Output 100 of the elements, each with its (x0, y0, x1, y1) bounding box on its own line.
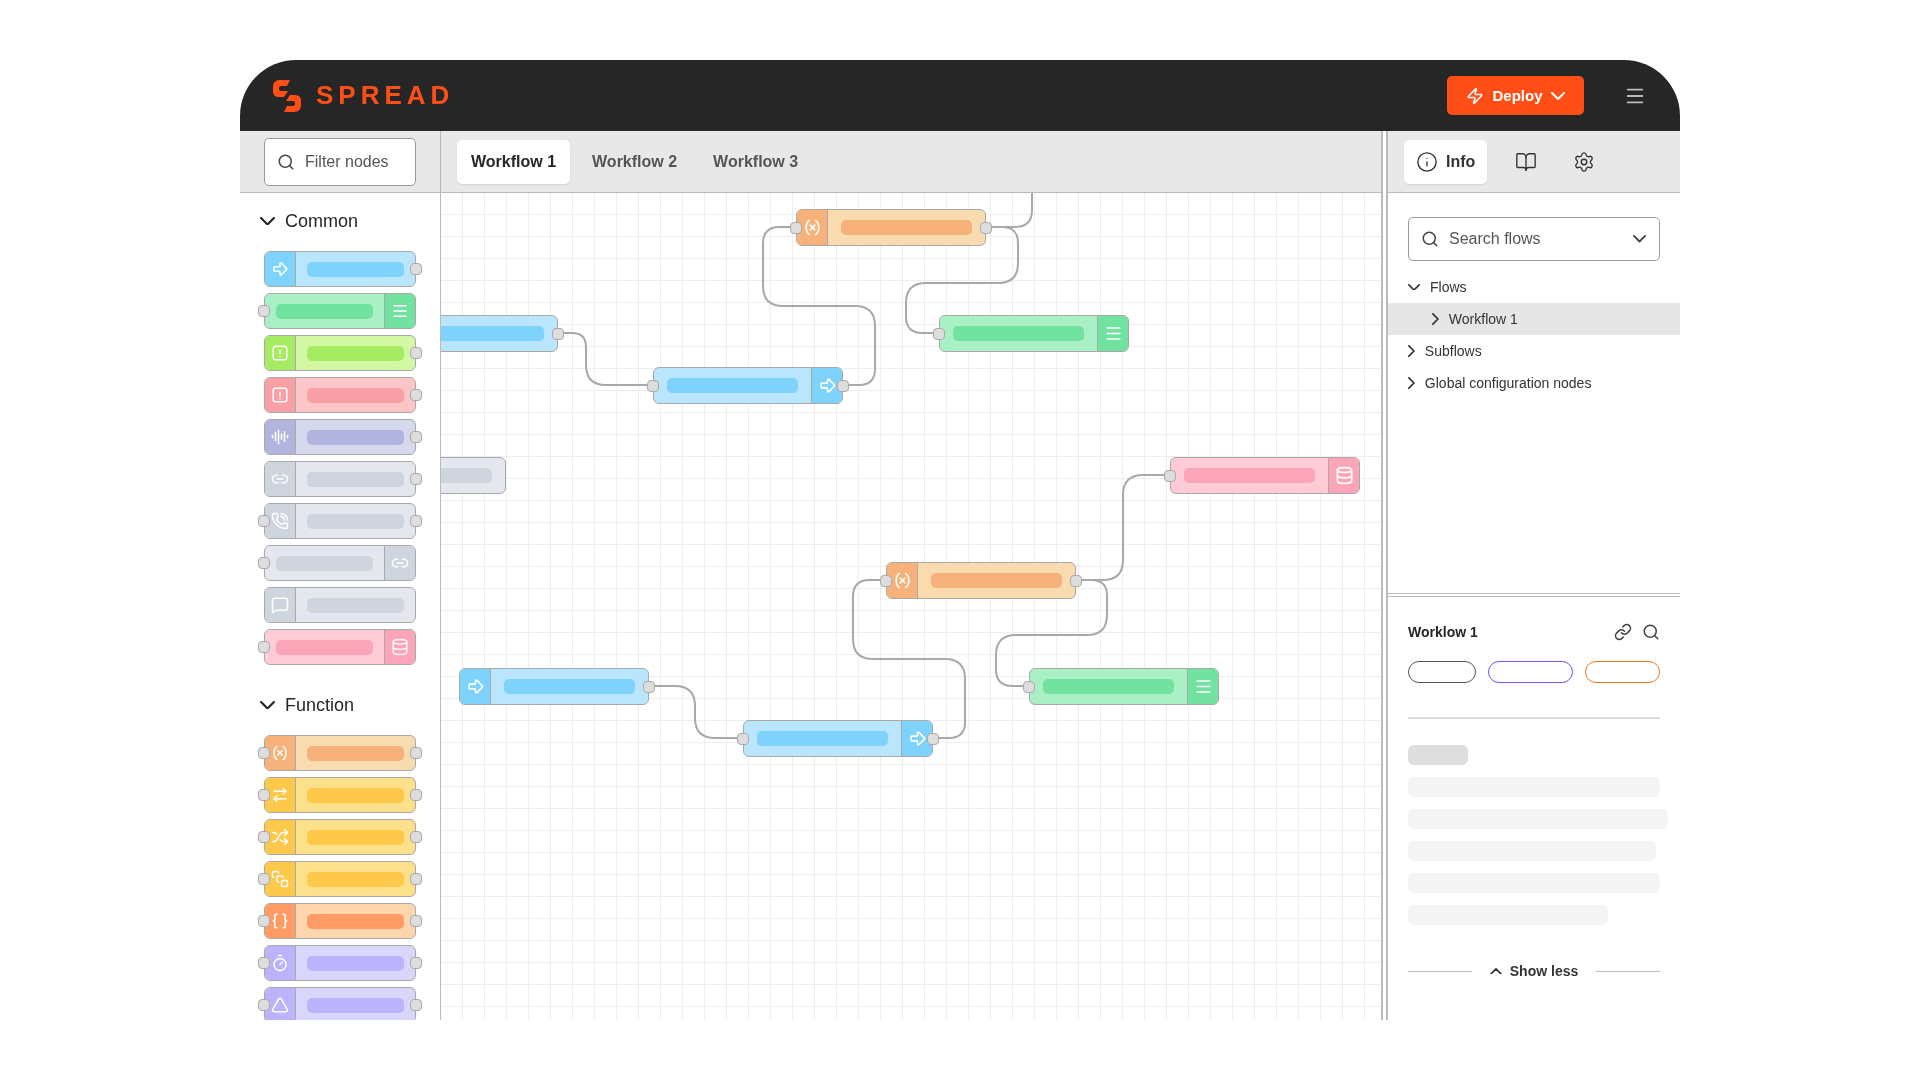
port[interactable] (410, 389, 422, 401)
workflow-tab[interactable]: Workflow 3 (699, 139, 813, 184)
port[interactable] (737, 732, 749, 745)
link-icon (1614, 623, 1632, 641)
port[interactable] (410, 957, 422, 969)
flow-node[interactable] (264, 987, 416, 1020)
port[interactable] (258, 641, 270, 653)
chevron-down-icon (260, 216, 275, 226)
section-header[interactable]: Common (240, 193, 440, 249)
flow-node[interactable] (264, 377, 416, 413)
port[interactable] (258, 831, 270, 843)
squares-icon (271, 870, 289, 888)
tree-item[interactable]: Flows (1388, 271, 1680, 303)
flow-node[interactable] (264, 629, 416, 665)
port[interactable] (933, 327, 945, 340)
alert-icon (271, 344, 289, 362)
flow-node[interactable] (1170, 457, 1360, 494)
search-field[interactable]: Search flows (1408, 217, 1660, 261)
port[interactable] (790, 221, 802, 234)
flow-node[interactable] (264, 587, 416, 623)
flow-node[interactable] (264, 293, 416, 329)
flow-node[interactable] (264, 503, 416, 539)
flow-node[interactable] (264, 903, 416, 939)
port[interactable] (410, 999, 422, 1011)
flow-node[interactable] (264, 861, 416, 897)
port[interactable] (258, 515, 270, 527)
port[interactable] (410, 347, 422, 359)
flow-node[interactable] (264, 251, 416, 287)
info-tab[interactable]: Info (1404, 139, 1488, 184)
flow-node[interactable] (796, 209, 986, 246)
flow-node[interactable] (743, 720, 933, 757)
search-icon (1421, 230, 1439, 248)
link-button[interactable] (1614, 623, 1632, 641)
search-icon (1642, 623, 1660, 641)
port[interactable] (1023, 680, 1035, 693)
port[interactable] (410, 431, 422, 443)
flow-node[interactable] (264, 777, 416, 813)
port[interactable] (258, 957, 270, 969)
chevron-down-icon (260, 700, 275, 710)
flow-canvas[interactable] (441, 193, 1381, 1020)
search-button[interactable] (1642, 623, 1660, 641)
flow-node[interactable] (264, 335, 416, 371)
port[interactable] (643, 680, 655, 693)
arrow-icon (907, 729, 927, 748)
port[interactable] (410, 263, 422, 275)
port[interactable] (1164, 469, 1176, 482)
port[interactable] (258, 873, 270, 885)
port[interactable] (647, 379, 659, 392)
settings-icon (1573, 150, 1596, 173)
port[interactable] (258, 915, 270, 927)
port[interactable] (552, 327, 564, 340)
tree-item[interactable]: Workflow 1 (1388, 303, 1680, 335)
skeleton-line (1408, 745, 1468, 765)
flow-node[interactable] (264, 945, 416, 981)
alert-icon (271, 386, 289, 404)
flow-node[interactable] (264, 545, 416, 581)
search-icon (277, 152, 295, 171)
port[interactable] (410, 789, 422, 801)
port[interactable] (258, 747, 270, 759)
flow-node[interactable] (653, 367, 843, 404)
flow-node[interactable] (886, 562, 1076, 599)
flow-node[interactable] (939, 315, 1129, 352)
port[interactable] (980, 221, 992, 234)
workflow-tab[interactable]: Workflow 1 (457, 139, 571, 184)
timer-icon (271, 954, 289, 972)
port[interactable] (258, 999, 270, 1011)
chevron-right-icon (1408, 377, 1415, 389)
port[interactable] (927, 732, 939, 745)
chevron-down-icon (1408, 283, 1420, 291)
port[interactable] (410, 831, 422, 843)
chevron-up-icon (1489, 967, 1502, 975)
port[interactable] (258, 557, 270, 569)
port[interactable] (837, 379, 849, 392)
phone-icon (271, 512, 289, 530)
flow-node[interactable] (264, 819, 416, 855)
tree-item[interactable]: Subflows (1388, 335, 1680, 367)
port[interactable] (880, 574, 892, 587)
flow-node[interactable] (264, 461, 416, 497)
port[interactable] (258, 789, 270, 801)
filter-field[interactable]: Filter nodes (264, 137, 416, 186)
show-less-button[interactable]: Show less (1489, 963, 1579, 979)
tree-item[interactable]: Global configuration nodes (1388, 367, 1680, 399)
database-icon (391, 638, 409, 656)
arrow-icon (817, 376, 837, 395)
port[interactable] (410, 915, 422, 927)
swap-icon (271, 786, 289, 804)
port[interactable] (258, 305, 270, 317)
port[interactable] (410, 473, 422, 485)
workflow-tab[interactable]: Workflow 2 (578, 139, 692, 184)
flow-node[interactable] (459, 668, 649, 705)
port[interactable] (1070, 574, 1082, 587)
chevron-right-icon (1432, 313, 1439, 325)
flow-node[interactable] (264, 419, 416, 455)
port[interactable] (410, 873, 422, 885)
flow-node[interactable] (264, 735, 416, 771)
port[interactable] (410, 747, 422, 759)
shuffle-icon (271, 828, 289, 846)
section-header[interactable]: Function (240, 677, 440, 733)
flow-node[interactable] (1029, 668, 1219, 705)
port[interactable] (410, 515, 422, 527)
